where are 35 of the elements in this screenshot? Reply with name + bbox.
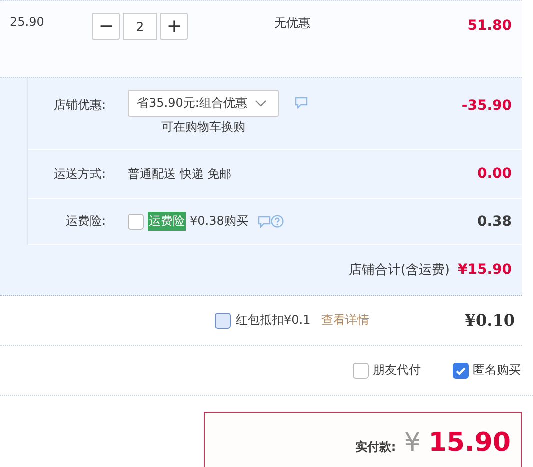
discount-select[interactable]: 省35.90元:组合优惠 [128,90,279,117]
coupon-label: 红包抵扣¥0.1 [236,312,311,329]
insurance-offer: ¥0.38购买 [190,213,248,230]
quantity-field[interactable]: 2 [123,13,158,40]
chevron-down-icon [255,100,268,108]
shop-total-label: 店铺合计(含运费) [348,262,450,279]
payment-label: 实付款: [355,438,396,456]
promotion-text: 无优惠 [274,15,310,32]
shipping-amount: 0.00 [477,166,512,182]
checkbox[interactable] [215,312,231,328]
shipping-label: 运送方式: [52,166,106,182]
discount-label: 店铺优惠: [52,97,106,114]
decrement-button[interactable]: − [92,13,120,40]
payment-amount: 15.90 [428,428,511,458]
discount-amount: -35.90 [462,98,512,114]
increment-button[interactable]: + [160,13,188,40]
insurance-amount: 0.38 [477,214,512,230]
currency-sign: ¥ [404,428,421,458]
help-icon[interactable] [271,215,284,228]
checkbox[interactable] [353,362,369,378]
insurance-tag: 运费险 [148,212,186,231]
coupon-amount: ¥0.10 [464,311,515,330]
option-label: 朋友代付 [373,362,421,379]
chat-icon[interactable] [258,216,272,228]
unit-price: 25.90 [10,15,44,29]
shipping-method: 普通配送 快递 免邮 [128,166,232,182]
option-label: 匿名购买 [473,362,521,379]
check-icon [455,364,467,376]
checkbox[interactable] [453,362,469,378]
checkbox[interactable] [128,214,144,230]
insurance-label: 运费险: [64,213,106,230]
item-subtotal: 51.80 [468,18,512,34]
shop-total-amount: ¥15.90 [458,262,512,278]
discount-note: 可在购物车换购 [160,119,246,136]
chat-icon[interactable] [295,97,308,109]
